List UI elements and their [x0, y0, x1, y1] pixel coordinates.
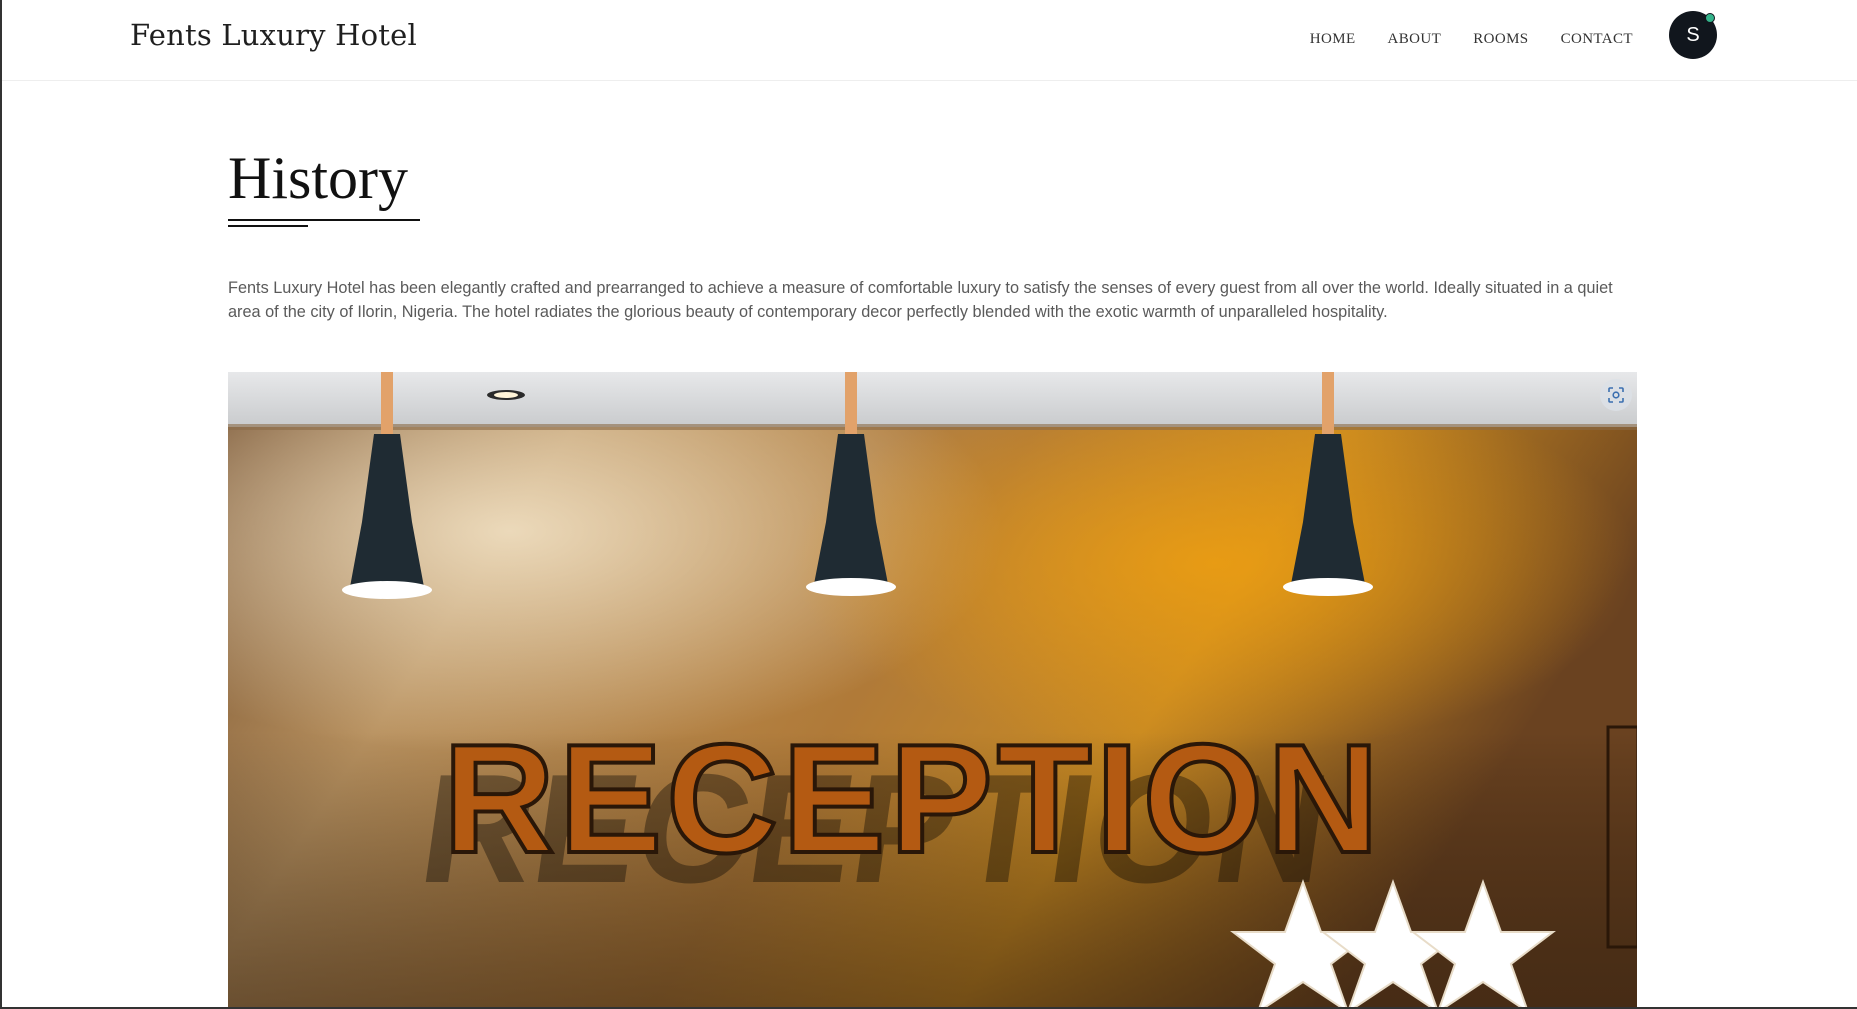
nav-about[interactable]: ABOUT	[1388, 31, 1442, 48]
title-underline-accent	[228, 225, 308, 227]
visual-search-button[interactable]	[1600, 379, 1632, 411]
avatar-initial: S	[1686, 23, 1700, 46]
visual-search-icon	[1608, 387, 1624, 403]
reception-sign: RECEPTION	[443, 712, 1383, 885]
nav-contact[interactable]: CONTACT	[1561, 31, 1633, 48]
title-underline	[228, 219, 420, 221]
history-description: Fents Luxury Hotel has been elegantly cr…	[228, 279, 1613, 321]
main-nav: HOME ABOUT ROOMS CONTACT	[1310, 31, 1633, 48]
online-status-dot	[1705, 13, 1715, 23]
nav-rooms[interactable]: ROOMS	[1473, 31, 1528, 48]
navbar: Fents Luxury Hotel HOME ABOUT ROOMS CONT…	[2, 0, 1857, 81]
nav-home[interactable]: HOME	[1310, 31, 1356, 48]
reception-photo: RECEPTION RECEPTION	[228, 372, 1637, 1007]
reception-illustration: RECEPTION RECEPTION	[228, 372, 1637, 1007]
page-title: History	[228, 145, 408, 211]
brand-logo[interactable]: Fents Luxury Hotel	[130, 18, 417, 52]
user-avatar[interactable]: S	[1669, 11, 1717, 59]
page: Fents Luxury Hotel HOME ABOUT ROOMS CONT…	[0, 0, 1857, 1009]
